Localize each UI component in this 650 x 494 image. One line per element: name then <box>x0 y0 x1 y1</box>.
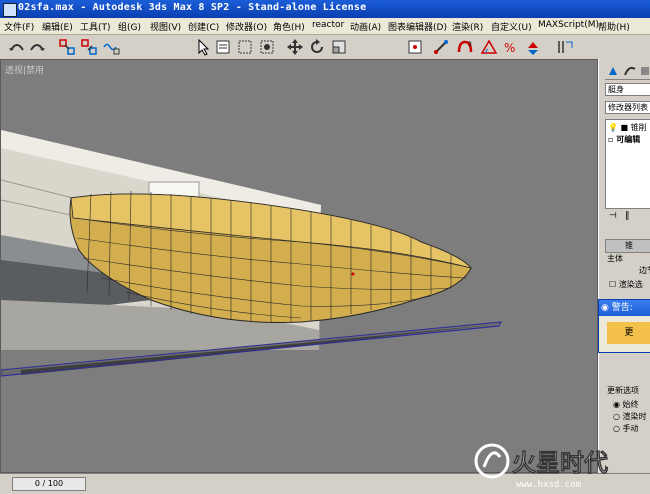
dialog-button[interactable]: 更 <box>607 322 650 344</box>
object-name-field[interactable]: 艇身 <box>605 83 650 96</box>
menu-customize[interactable]: 自定义(U) <box>491 20 532 33</box>
move-icon[interactable] <box>286 38 304 56</box>
menu-rendering[interactable]: 渲染(R) <box>452 20 483 33</box>
scene-canvas: 3EW3Y7.10 <box>1 130 502 377</box>
modify-tab-icon <box>624 66 636 76</box>
create-tab-icon <box>609 67 617 75</box>
menu-reactor[interactable]: reactor <box>312 20 344 30</box>
select-and-link-icon[interactable] <box>58 38 76 56</box>
command-panel-tabs <box>605 63 650 80</box>
radio-always[interactable]: ◉ 始终 <box>613 399 639 410</box>
stack-controls: ⊣ ‖ <box>605 211 650 225</box>
warning-dialog[interactable]: ◉ 警告: 更 <box>598 299 650 353</box>
percent-snap-icon[interactable]: % <box>502 38 520 56</box>
rollout-parameters[interactable]: 锥 <box>605 239 650 253</box>
watermark-url: www.hxsd.com <box>516 480 581 490</box>
menu-help[interactable]: 帮助(H) <box>598 20 630 33</box>
modifier-list-dropdown[interactable]: 修改器列表 <box>605 101 650 114</box>
command-panel: 艇身 修改器列表 💡 ■ 锥削 ▫ 可编辑 ⊣ ‖ 锥 主体 边节分 ☐ 渲染选… <box>598 59 650 473</box>
app-icon <box>3 3 17 17</box>
menu-graph-editors[interactable]: 图表编辑器(D) <box>388 20 447 33</box>
menu-edit[interactable]: 编辑(E) <box>42 20 73 33</box>
hxsd-watermark: 火星时代 www.hxsd.com <box>470 435 640 491</box>
pivot-center-icon[interactable] <box>406 38 424 56</box>
perspective-viewport[interactable]: 透视|禁用 3EW3Y7.10 <box>0 59 598 473</box>
angle-snap-icon[interactable] <box>480 38 498 56</box>
scale-icon[interactable] <box>330 38 348 56</box>
svg-text:3: 3 <box>468 41 472 48</box>
menu-file[interactable]: 文件(F) <box>4 20 34 33</box>
menu-animation[interactable]: 动画(A) <box>350 20 381 33</box>
dialog-title: 警告: <box>611 303 633 313</box>
stack-item-taper[interactable]: 💡 ■ 锥削 <box>608 122 647 133</box>
modifier-stack[interactable]: 💡 ■ 锥削 ▫ 可编辑 <box>605 119 650 209</box>
rectangular-selection-icon[interactable] <box>236 38 254 56</box>
main-toolbar: 全部▼ 视图▼ 3 % <box>0 35 650 86</box>
radio-when-rendering[interactable]: ○ 渲染时 <box>613 411 647 422</box>
menu-maxscript[interactable]: MAXScript(M) <box>538 20 599 30</box>
show-end-result-icon[interactable]: ‖ <box>625 211 630 221</box>
hint-label: 边节分 <box>639 266 650 275</box>
select-by-name-icon[interactable] <box>214 38 232 56</box>
title-bar: 02sfa.max - Autodesk 3ds Max 8 SP2 - Sta… <box>0 0 650 18</box>
undo-icon[interactable] <box>8 38 26 56</box>
dialog-title-bar[interactable]: ◉ 警告: <box>599 300 650 316</box>
hxsd-logo <box>474 443 510 479</box>
menu-modifiers[interactable]: 修改器(O) <box>226 20 267 33</box>
menu-bar: 文件(F) 编辑(E) 工具(T) 组(G) 视图(V) 创建(C) 修改器(O… <box>0 18 650 35</box>
menu-views[interactable]: 视图(V) <box>150 20 181 33</box>
menu-tools[interactable]: 工具(T) <box>80 20 111 33</box>
unlink-selection-icon[interactable] <box>80 38 98 56</box>
spinner-snap-icon[interactable] <box>524 38 542 56</box>
time-slider[interactable]: 0 / 100 <box>12 477 86 491</box>
render-checkbox[interactable]: ☐ 渲染选 <box>609 279 643 290</box>
window-title: 02sfa.max - Autodesk 3ds Max 8 SP2 - Sta… <box>18 2 367 13</box>
svg-text:%: % <box>504 41 515 55</box>
bind-to-space-warp-icon[interactable] <box>102 38 120 56</box>
snaps-toggle-icon[interactable]: 3 <box>456 38 474 56</box>
stack-item-editable[interactable]: ▫ 可编辑 <box>608 134 640 145</box>
menu-group[interactable]: 组(G) <box>118 20 141 33</box>
redo-icon[interactable] <box>28 38 46 56</box>
named-selection-sets-icon[interactable] <box>556 38 574 56</box>
radio-manually[interactable]: ○ 手动 <box>613 423 639 434</box>
group-main-label: 主体 <box>607 254 623 263</box>
menu-character[interactable]: 角色(H) <box>273 20 305 33</box>
select-and-manipulate-icon[interactable] <box>432 38 450 56</box>
window-crossing-icon[interactable] <box>258 38 276 56</box>
update-options-label: 更新选项 <box>607 386 639 395</box>
dialog-warning-icon: ◉ <box>601 303 609 313</box>
hierarchy-tab-icon <box>641 67 649 75</box>
select-object-icon[interactable] <box>194 38 212 56</box>
logo-text: 火星时代 <box>512 449 608 477</box>
pin-stack-icon[interactable]: ⊣ <box>609 211 617 221</box>
rotate-icon[interactable] <box>308 38 326 56</box>
menu-create[interactable]: 创建(C) <box>188 20 219 33</box>
